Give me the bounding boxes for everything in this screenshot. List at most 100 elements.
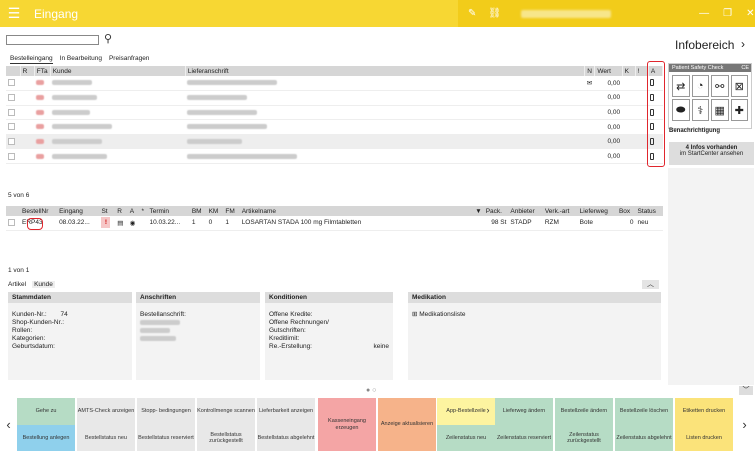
search-icon[interactable]: ⚲ [104,32,112,45]
chevron-right-icon[interactable]: › [738,397,751,452]
col-anbieter[interactable]: Anbieter [508,206,543,216]
col-lieferweg[interactable]: Lieferweg [577,206,617,216]
restore-icon[interactable]: ❐ [723,8,732,19]
syringe-icon[interactable]: ⚕ [691,99,709,121]
col-artikelname[interactable]: Artikelname ▼ [239,206,484,216]
button-19[interactable]: Zeilenstatus zurückgestellt [555,425,613,451]
label-shop-kunden-nr: Shop-Kunden-Nr.: [12,319,65,326]
col-kunde[interactable]: Kunde [50,66,186,76]
button-8[interactable]: Lieferweg ändern [495,398,553,425]
notification-box[interactable]: 4 Infos vorhanden im StartCenter ansehen [669,142,754,165]
col-eingang[interactable]: Eingang [57,206,100,216]
contraindication-icon[interactable]: ⊠ [730,75,748,97]
button-4[interactable]: Lieferbarkeit anzeigen [257,398,315,425]
col-pack[interactable]: Pack. [483,206,509,216]
add-medication-icon[interactable]: ✚ [730,99,748,121]
panel-stammdaten: Stammdaten Kunden-Nr.: 74 Shop-Kunden-Nr… [8,292,132,380]
col-star[interactable]: * [139,206,148,216]
medikationsliste-item[interactable]: ⊞ Medikationsliste [408,311,661,319]
tab-in-bearbeitung[interactable]: In Bearbeitung [60,55,102,64]
interaction-icon[interactable]: ⇄ [672,75,690,97]
button-3[interactable]: Kontrollmenge scannen [197,398,255,425]
minimize-icon[interactable]: — [699,8,709,19]
chevron-left-icon[interactable]: ‹ [2,397,15,452]
row-checkbox[interactable] [8,152,15,160]
table-row[interactable]: ✉ 0,00 [6,76,663,92]
button-5[interactable]: Kasseneingang erzeugen [318,398,376,451]
filter-icon[interactable]: ▼ [475,208,481,215]
pills-icon[interactable]: ⚯ [711,75,729,97]
button-17[interactable]: Zeilenstatus neu [437,425,495,451]
col-a2[interactable]: A [127,206,140,216]
col-termin[interactable]: Termin [147,206,190,216]
col-fm[interactable]: FM [223,206,240,216]
page-dots[interactable]: ● ○ [366,387,376,394]
col-r[interactable]: R [20,66,35,76]
row-checkbox[interactable] [8,138,15,146]
dose-icon[interactable]: ◔ [691,75,709,97]
tab-kunde[interactable]: Kunde [32,281,55,288]
search-input[interactable] [6,35,99,45]
col-verkart[interactable]: Verk.-art [542,206,578,216]
pill-icon[interactable]: ⬬ [672,99,690,121]
col-fta[interactable]: FTa [34,66,51,76]
patient-safety-check: Patient Safety Check CE ⇄ ◔ ⚯ ⊠ ⬬ ⚕ ▦ ✚ [668,63,752,129]
button-13[interactable]: Bestellstatus neu [77,425,135,451]
table-row[interactable]: ERP43 08.03.22... ! ▤ ◉ 10.03.22... 1 0 … [6,216,663,231]
link-icon[interactable]: ⛓ [488,8,501,19]
col-n[interactable]: N [584,66,596,76]
table-row[interactable]: 0,00 [6,90,663,106]
button-2[interactable]: Stopp- bedingungen [137,398,195,425]
row-checkbox[interactable] [8,94,15,102]
button-15[interactable]: Bestellstatus zurückgestellt [197,425,255,451]
button-10[interactable]: Bestellzeile löschen [615,398,673,425]
pencil-icon[interactable]: ✎ [468,8,476,19]
panel-anschriften-title: Anschriften [136,292,260,303]
row-checkbox[interactable] [8,79,15,87]
order-line-table: BestellNr Eingang St R A * Termin BM KM … [6,206,663,231]
col-k[interactable]: K [622,66,636,76]
table-row[interactable]: 0,00 [6,105,663,121]
tab-preisanfragen[interactable]: Preisanfragen [109,55,149,64]
col-km[interactable]: KM [206,206,224,216]
button-14[interactable]: Bestellstatus reserviert [137,425,195,451]
table-row[interactable]: 0,00 [6,119,663,135]
col-st[interactable]: St [99,206,116,216]
close-icon[interactable]: ✕ [746,8,754,19]
table-row[interactable]: 0,00 [6,148,663,165]
button-11[interactable]: Etiketten drucken [675,398,733,425]
button-1[interactable]: AMTS-Check anzeigen [77,398,135,425]
col-status[interactable]: Status [635,206,663,216]
col-r2[interactable]: R [115,206,128,216]
col-bestellnr[interactable]: BestellNr [20,206,58,216]
chevron-right-icon[interactable]: › [741,37,745,51]
row-checkbox[interactable] [8,108,15,116]
expand-icon[interactable]: ⊞ [412,311,417,318]
chevron-down-icon[interactable]: ﹀ [739,386,753,395]
col-bm[interactable]: BM [189,206,207,216]
table-row[interactable]: 0,00 [6,134,663,150]
col-lieferanschrift[interactable]: Lieferanschrift [185,66,586,76]
cell-wert: 0,00 [594,148,623,165]
button-0[interactable]: Gehe zu [17,398,75,425]
button-12[interactable]: Bestellung anlegen [17,425,75,451]
hamburger-icon[interactable]: ☰ [0,0,28,27]
detail-tabs: Artikel Kunde [8,281,55,288]
button-21[interactable]: Listen drucken [675,425,733,451]
button-6[interactable]: Anzeige aktualisieren [378,398,436,451]
button-16[interactable]: Bestellstatus abgelehnt [257,425,315,451]
col-box[interactable]: Box [616,206,636,216]
row-checkbox[interactable] [8,123,15,131]
chevron-right-icon[interactable]: › [482,398,494,423]
collapse-button[interactable]: ︿ [642,280,659,289]
col-wert[interactable]: Wert [594,66,623,76]
cell-wert: 0,00 [594,90,623,106]
tab-artikel[interactable]: Artikel [8,281,26,288]
button-20[interactable]: Zeilenstatus abgelehnt [615,425,673,451]
ce-icon: CE [741,65,749,71]
calendar-icon[interactable]: ▦ [711,99,729,121]
tab-bestelleingang[interactable]: Bestelleingang [10,55,53,64]
button-9[interactable]: Bestellzeile ändern [555,398,613,425]
button-18[interactable]: Zeilenstatus reserviert [495,425,553,451]
row-checkbox[interactable] [8,219,15,227]
